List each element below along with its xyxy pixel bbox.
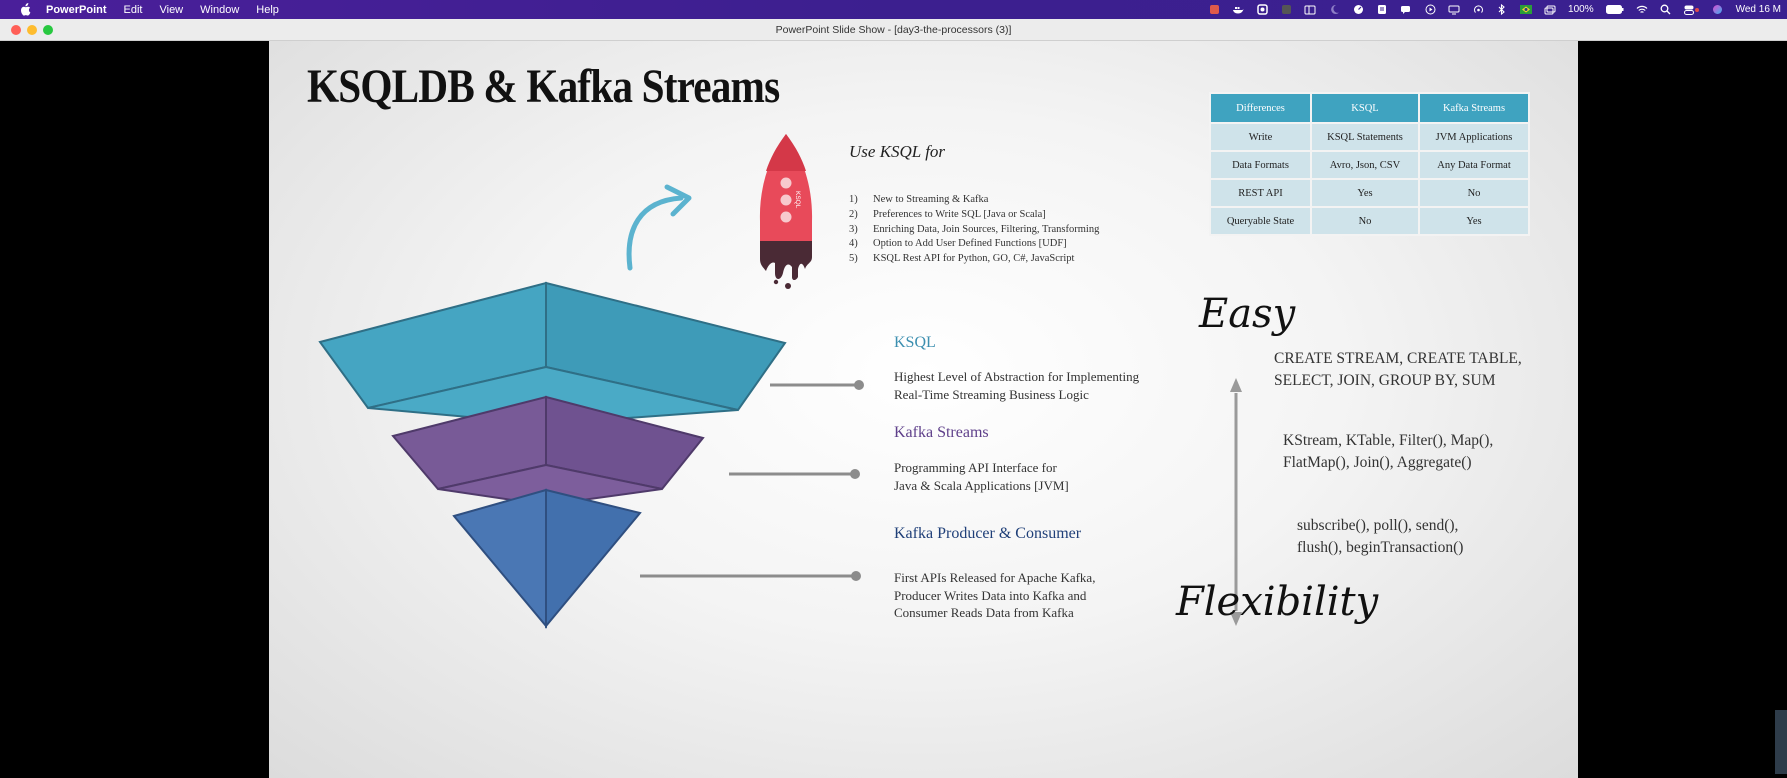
slide[interactable]: KSQLDB & Kafka Streams KSQL Use KSQL for…: [269, 41, 1578, 778]
app-status-icon[interactable]: [1208, 4, 1220, 15]
zoom-window-button[interactable]: [43, 25, 53, 35]
level-title-kafka-streams: Kafka Streams: [894, 424, 989, 441]
docker-icon[interactable]: [1232, 4, 1244, 15]
windows-icon[interactable]: [1544, 4, 1556, 15]
funnel-level-producer-consumer: [452, 488, 642, 629]
api-text-producer-consumer: subscribe(), poll(), send(), flush(), be…: [1297, 517, 1464, 556]
play-icon[interactable]: [1424, 4, 1436, 15]
battery-percent: 100%: [1568, 4, 1594, 15]
table-row: Queryable State No Yes: [1209, 206, 1530, 236]
bluetooth-icon[interactable]: [1496, 4, 1508, 15]
flag-icon[interactable]: [1520, 4, 1533, 15]
table-row: Write KSQL Statements JVM Applications: [1209, 122, 1530, 152]
clipboard-icon[interactable]: [1376, 4, 1388, 15]
table-cell: Any Data Format: [1418, 150, 1530, 180]
wifi-icon[interactable]: [1636, 4, 1648, 15]
moon-icon[interactable]: [1328, 4, 1340, 15]
table-cell: JVM Applications: [1418, 122, 1530, 152]
window-title: PowerPoint Slide Show - [day3-the-proces…: [775, 23, 1012, 36]
close-window-button[interactable]: [11, 25, 21, 35]
table-cell: No: [1418, 178, 1530, 208]
rocket-label: KSQL: [794, 191, 801, 209]
list-item: 4) Option to Add User Defined Functions […: [849, 238, 1067, 250]
easy-label: Easy: [1199, 291, 1296, 337]
table-header-cell: KSQL: [1310, 92, 1420, 124]
table-cell: Data Formats: [1209, 150, 1312, 180]
menu-bar: PowerPoint Edit View Window Help 100% We…: [0, 0, 1787, 19]
siri-icon[interactable]: [1712, 4, 1724, 15]
control-center-icon[interactable]: [1683, 4, 1700, 15]
table-header-cell: Differences: [1209, 92, 1312, 124]
api-text-kafka-streams: KStream, KTable, Filter(), Map(), FlatMa…: [1283, 432, 1494, 471]
level-title-ksql: KSQL: [894, 334, 936, 351]
menu-app-name[interactable]: PowerPoint: [46, 4, 107, 16]
level-desc-kafka-streams: Programming API Interface for Java & Sca…: [894, 460, 1069, 493]
apple-icon[interactable]: [18, 3, 32, 17]
minimize-window-button[interactable]: [27, 25, 37, 35]
table-cell: Yes: [1418, 206, 1530, 236]
table-cell: REST API: [1209, 178, 1312, 208]
battery-icon[interactable]: [1605, 4, 1624, 15]
chat-icon[interactable]: [1400, 4, 1412, 15]
list-item: 3) Enriching Data, Join Sources, Filterin…: [849, 223, 1100, 235]
table-row: Data Formats Avro, Json, CSV Any Data Fo…: [1209, 150, 1530, 180]
table-cell: Queryable State: [1209, 206, 1312, 236]
differences-table: Differences KSQL Kafka Streams Write KSQ…: [1209, 92, 1530, 236]
display-icon[interactable]: [1448, 4, 1460, 15]
level-title-producer-consumer: Kafka Producer & Consumer: [894, 525, 1082, 542]
menu-help[interactable]: Help: [256, 4, 279, 16]
search-icon[interactable]: [1660, 4, 1672, 15]
clock[interactable]: Wed 16 M: [1736, 4, 1781, 15]
use-ksql-heading: Use KSQL for: [849, 142, 946, 161]
api-text-ksql: CREATE STREAM, CREATE TABLE, SELECT, JOI…: [1274, 350, 1522, 389]
use-ksql-list: 1) New to Streaming & Kafka 2) Preferences…: [849, 193, 1099, 267]
table-cell: Write: [1209, 122, 1312, 152]
tray-app-icon[interactable]: [1280, 4, 1292, 15]
table-header-cell: Kafka Streams: [1418, 92, 1530, 124]
table-cell: Avro, Json, CSV: [1310, 150, 1420, 180]
airdrop-icon[interactable]: [1472, 4, 1484, 15]
table-cell: No: [1310, 206, 1420, 236]
table-cell: KSQL Statements: [1310, 122, 1420, 152]
table-header-row: Differences KSQL Kafka Streams: [1209, 92, 1530, 124]
table-row: REST API Yes No: [1209, 178, 1530, 208]
curved-arrow-icon: [626, 184, 692, 271]
menu-edit[interactable]: Edit: [124, 4, 143, 16]
rocket-icon: [759, 134, 813, 289]
menu-view[interactable]: View: [159, 4, 183, 16]
table-cell: Yes: [1310, 178, 1420, 208]
scroll-handle[interactable]: [1775, 710, 1787, 774]
flexibility-label: Flexibility: [1176, 579, 1379, 625]
speed-test-icon[interactable]: [1352, 4, 1364, 15]
window-title-bar: PowerPoint Slide Show - [day3-the-proces…: [0, 19, 1787, 41]
list-item: 2) Preferences to Write SQL [Java or Scal…: [849, 208, 1046, 220]
window-manager-icon[interactable]: [1304, 4, 1316, 15]
level-desc-ksql: Highest Level of Abstraction for Impleme…: [894, 369, 1140, 402]
list-item: 5) KSQL Rest API for Python, GO, C#, Java…: [849, 253, 1075, 265]
screenshot-tool-icon[interactable]: [1256, 4, 1268, 15]
level-desc-producer-consumer: First APIs Released for Apache Kafka, Pr…: [894, 570, 1096, 620]
menu-window[interactable]: Window: [200, 4, 239, 16]
list-item: 1) New to Streaming & Kafka: [849, 194, 989, 205]
